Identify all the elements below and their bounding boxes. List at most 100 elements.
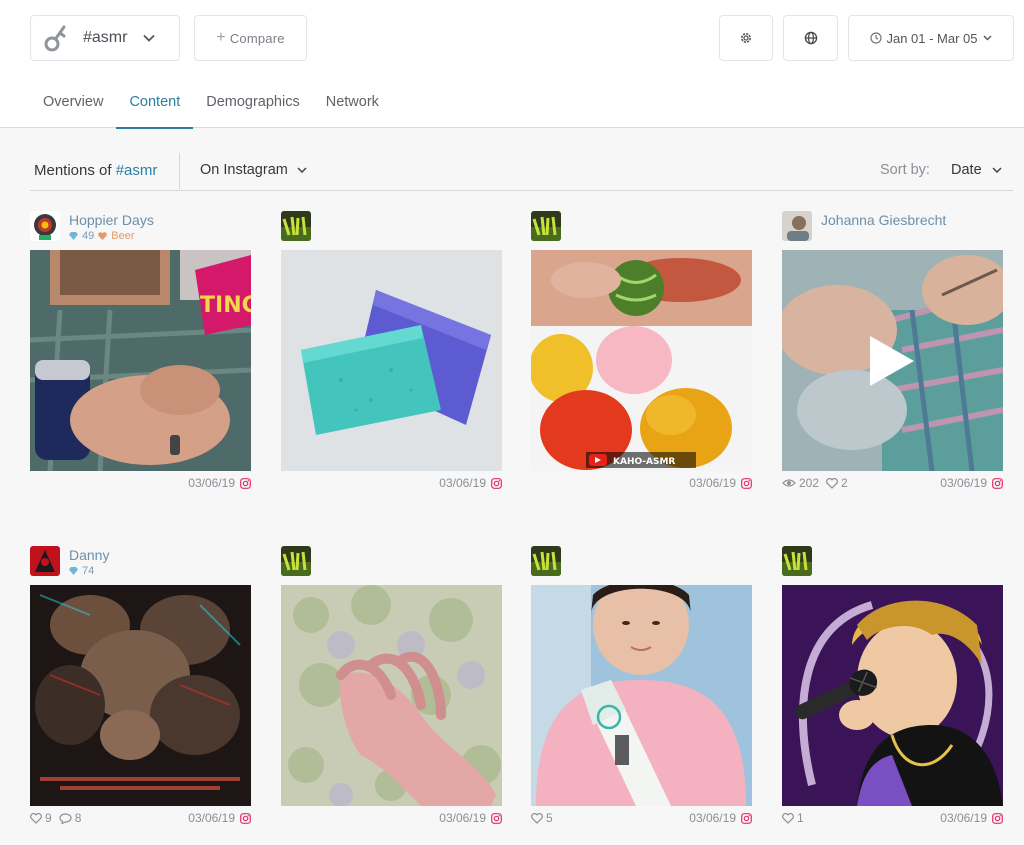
post-image[interactable] <box>281 250 502 471</box>
settings-button[interactable] <box>719 15 773 61</box>
post-image[interactable] <box>30 585 251 806</box>
post-meta: 202 2 03/06/19 <box>782 475 1003 491</box>
heart-filled-icon <box>98 232 108 240</box>
sort-dropdown[interactable]: Date <box>951 162 1002 178</box>
instagram-icon[interactable] <box>741 477 752 489</box>
view-count: 202 <box>799 476 820 490</box>
heart-icon <box>531 812 543 824</box>
heart-icon <box>30 812 42 824</box>
heart-icon <box>782 812 794 824</box>
filter-bar: Mentions of #asmr On Instagram Sort by: … <box>30 151 1013 191</box>
post-meta: 9 8 03/06/19 <box>30 810 251 826</box>
post-meta: 03/06/19 <box>531 475 752 491</box>
user-stats: 49 Beer <box>69 230 135 242</box>
svg-text:TING: TING <box>200 293 251 318</box>
post-date: 03/06/19 <box>439 476 486 490</box>
instagram-icon[interactable] <box>992 477 1003 489</box>
compare-button[interactable]: + Compare <box>194 15 307 61</box>
sort-label: Sort by: <box>880 162 930 178</box>
avatar[interactable] <box>30 211 60 241</box>
tab-network[interactable]: Network <box>313 85 392 128</box>
chevron-down-icon <box>992 167 1002 173</box>
post-image[interactable]: KAHO-ASMR <box>531 250 752 471</box>
instagram-icon[interactable] <box>741 812 752 824</box>
hashtag-select-value: #asmr <box>83 29 128 46</box>
diamond-icon <box>69 567 78 575</box>
avatar[interactable] <box>782 546 812 576</box>
key-icon <box>43 23 69 53</box>
instagram-icon[interactable] <box>240 812 251 824</box>
post-date: 03/06/19 <box>940 811 987 825</box>
main-tabs: Overview Content Demographics Network <box>30 85 392 129</box>
post-engagement: 1 <box>782 811 808 825</box>
post-meta: 5 03/06/19 <box>531 810 752 826</box>
post-meta: 03/06/19 <box>281 810 502 826</box>
comment-count: 8 <box>74 811 82 825</box>
post-date: 03/06/19 <box>439 811 486 825</box>
user-stats: 74 <box>69 565 94 577</box>
compare-label: Compare <box>229 30 285 46</box>
image-overlay-text: KAHO-ASMR <box>613 457 675 467</box>
gear-icon <box>739 31 753 45</box>
post-date: 03/06/19 <box>940 476 987 490</box>
mentions-prefix: Mentions of <box>34 162 112 179</box>
post-image[interactable] <box>531 585 752 806</box>
avatar[interactable] <box>30 546 60 576</box>
post-engagement: 202 2 <box>782 476 852 490</box>
mentions-hashtag: #asmr <box>115 162 158 179</box>
instagram-icon[interactable] <box>240 477 251 489</box>
instagram-icon[interactable] <box>992 812 1003 824</box>
username[interactable]: Hoppier Days <box>69 212 154 228</box>
follower-count: 49 <box>82 230 95 242</box>
avatar[interactable] <box>531 211 561 241</box>
platform-dropdown[interactable]: On Instagram <box>200 162 307 178</box>
tab-demographics[interactable]: Demographics <box>193 85 313 128</box>
post-date: 03/06/19 <box>689 476 736 490</box>
post-date: 03/06/19 <box>188 476 235 490</box>
tab-content[interactable]: Content <box>116 85 194 129</box>
instagram-icon[interactable] <box>491 477 502 489</box>
like-count: 1 <box>797 811 804 825</box>
divider <box>179 153 180 189</box>
clock-icon <box>870 32 883 44</box>
date-range-button[interactable]: Jan 01 - Mar 05 <box>848 15 1014 61</box>
post-engagement: 9 8 <box>30 811 85 825</box>
post-engagement: 5 <box>531 811 557 825</box>
username[interactable]: Danny <box>69 547 109 563</box>
chevron-down-icon <box>143 34 156 42</box>
instagram-icon[interactable] <box>491 812 502 824</box>
chevron-down-icon <box>297 167 307 173</box>
post-video[interactable] <box>782 250 1003 471</box>
date-range-label: Jan 01 - Mar 05 <box>886 30 978 46</box>
post-image[interactable] <box>782 585 1003 806</box>
plus-icon: + <box>216 29 226 46</box>
hashtag-select[interactable]: #asmr <box>30 15 180 61</box>
follower-count: 74 <box>82 565 95 577</box>
avatar[interactable] <box>531 546 561 576</box>
post-date: 03/06/19 <box>188 811 235 825</box>
post-meta: 03/06/19 <box>281 475 502 491</box>
username[interactable]: Johanna Giesbrecht <box>821 212 946 228</box>
post-image[interactable]: TING <box>30 250 251 471</box>
like-count: 9 <box>45 811 52 825</box>
language-button[interactable] <box>783 15 838 61</box>
top-header: #asmr + Compare Jan 01 - Mar 05 Overview… <box>0 0 1024 129</box>
interest-badge: Beer <box>111 230 135 242</box>
platform-label: On Instagram <box>200 162 288 178</box>
post-meta: 1 03/06/19 <box>782 810 1003 826</box>
like-count: 5 <box>546 811 553 825</box>
avatar[interactable] <box>281 211 311 241</box>
sort-value: Date <box>951 162 982 178</box>
diamond-icon <box>69 232 78 240</box>
like-count: 2 <box>841 476 848 490</box>
eye-icon <box>782 478 796 488</box>
avatar[interactable] <box>782 211 812 241</box>
mentions-heading: Mentions of #asmr <box>34 162 157 179</box>
tab-overview[interactable]: Overview <box>30 85 116 128</box>
globe-icon <box>804 31 818 45</box>
heart-icon <box>826 477 838 489</box>
avatar[interactable] <box>281 546 311 576</box>
chevron-down-icon <box>983 35 992 41</box>
comment-icon <box>59 812 72 824</box>
post-image[interactable] <box>281 585 502 806</box>
